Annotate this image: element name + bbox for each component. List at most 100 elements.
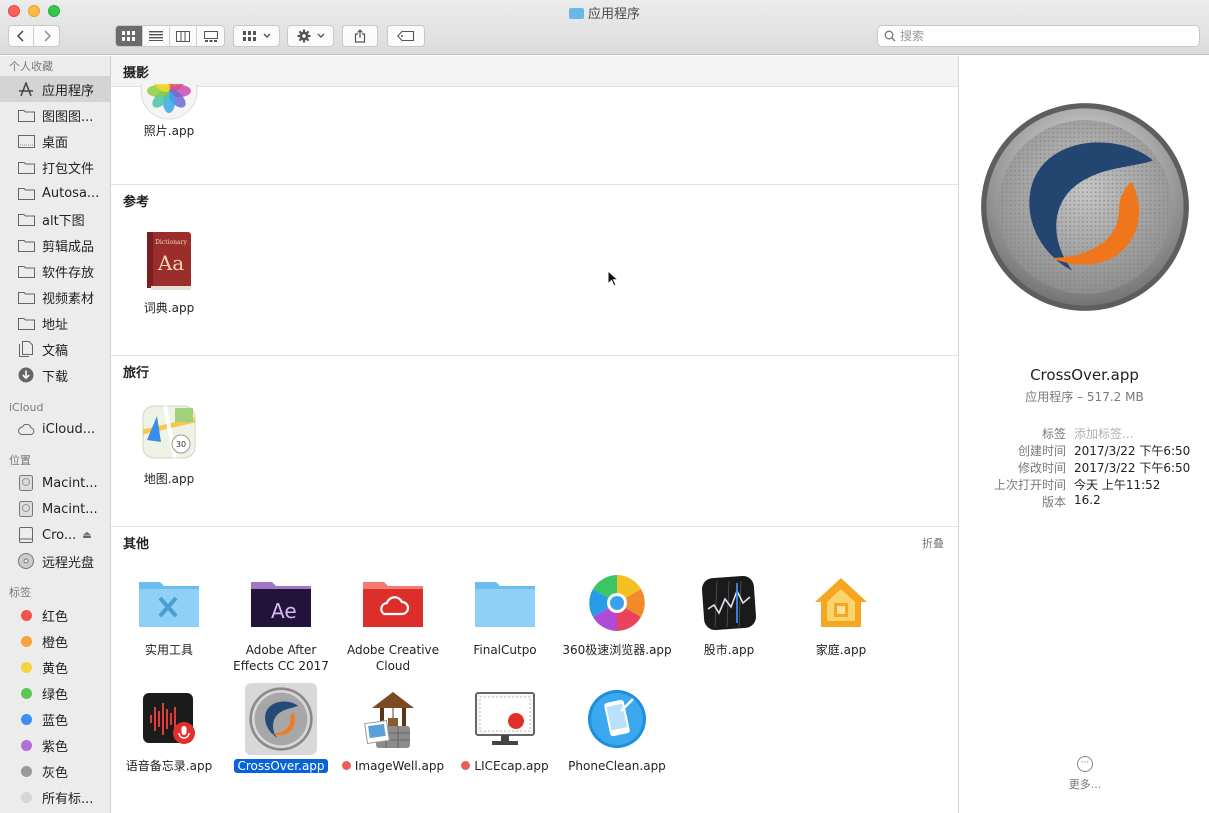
share-icon [354, 29, 366, 43]
sidebar-item-folder-9[interactable]: 地址 [0, 310, 110, 336]
gallery-icon [203, 30, 218, 42]
list-icon [149, 31, 163, 41]
sidebar-item-downloads[interactable]: 下载 [0, 362, 110, 388]
sidebar-section-icloud: iCloud [9, 401, 44, 414]
forward-button[interactable] [34, 26, 59, 46]
share-button[interactable] [342, 25, 378, 47]
file-item[interactable]: ImageWell.app [337, 683, 449, 774]
folder-icon [17, 107, 35, 123]
applications-icon [17, 81, 35, 97]
tag-color-dot-icon [21, 635, 32, 647]
group-photography: 摄影 照片.app [111, 56, 958, 185]
tag-icon [397, 31, 415, 41]
search-input[interactable] [900, 29, 1190, 43]
volume-icon [17, 527, 35, 543]
browser-360-icon [581, 567, 653, 639]
edit-tags-button[interactable] [387, 25, 425, 47]
icon-view-button[interactable] [116, 26, 143, 46]
sidebar-item-folder-3[interactable]: 打包文件 [0, 154, 110, 180]
sidebar-item-folder-6[interactable]: 剪辑成品 [0, 232, 110, 258]
group-by-button[interactable] [233, 25, 280, 47]
file-item[interactable]: 语音备忘录.app [113, 683, 225, 774]
preview-crossover-icon [979, 101, 1191, 313]
download-icon [17, 367, 35, 383]
gear-icon [297, 29, 310, 43]
tag-color-dot-icon [21, 661, 32, 673]
sidebar-section-tags: 标签 [9, 586, 31, 599]
sidebar-tag-item[interactable]: 紫色 [0, 732, 110, 758]
group-header: 旅行 [123, 366, 150, 381]
folder-icon [17, 289, 35, 305]
file-item[interactable]: FinalCutpo [449, 567, 561, 658]
folder-icon [17, 211, 35, 227]
red-tag-icon [461, 761, 471, 770]
more-button[interactable]: ··· 更多... [1065, 756, 1105, 792]
columns-icon [176, 30, 190, 42]
search-field[interactable] [877, 25, 1200, 47]
more-ellipsis-icon: ··· [1077, 756, 1093, 772]
sidebar-item-disk-2[interactable]: Macint... [0, 496, 110, 522]
sidebar-tag-item[interactable]: 红色 [0, 602, 110, 628]
sidebar-item-folder-7[interactable]: 软件存放 [0, 258, 110, 284]
add-tags-field[interactable]: 添加标签... [1074, 425, 1133, 442]
group-other: 其他 折叠 实用工具 Ae Adobe After Effects CC 201… [111, 526, 958, 813]
collapse-button[interactable]: 折叠 [922, 535, 944, 551]
sidebar-section-locations: 位置 [9, 454, 31, 467]
sidebar-item-disk-1[interactable]: Macint... [0, 470, 110, 496]
sidebar-item-folder-4[interactable]: Autosa... [0, 180, 110, 206]
icon-grid-icon [122, 31, 135, 41]
file-item[interactable]: 照片.app [113, 84, 225, 139]
meta-row-created: 创建时间 2017/3/22 下午6:50 [1017, 444, 1191, 458]
photos-app-icon [133, 84, 205, 120]
disk-icon [17, 501, 35, 517]
sidebar-item-applications[interactable]: 应用程序 [0, 76, 110, 102]
file-browser: 摄影 照片.app 参考 Aa Dictionary 词典.app 旅行 30 … [111, 56, 958, 813]
search-icon [884, 30, 896, 42]
chevron-down-icon [317, 33, 324, 38]
sidebar-tag-item[interactable]: 蓝色 [0, 706, 110, 732]
file-item[interactable]: 家庭.app [785, 567, 897, 658]
tag-color-dot-icon [21, 713, 32, 725]
preview-file-name: CrossOver.app [1030, 366, 1139, 384]
column-view-button[interactable] [170, 26, 197, 46]
window-title: 应用程序 [0, 3, 1209, 22]
maps-app-icon: 30 [133, 396, 205, 468]
back-button[interactable] [9, 26, 35, 46]
file-item[interactable]: PhoneClean.app [561, 683, 673, 774]
sidebar-item-folder-5[interactable]: alt下图 [0, 206, 110, 232]
file-item[interactable]: LICEcap.app [449, 683, 561, 774]
folder-icon [17, 237, 35, 253]
file-item[interactable]: 实用工具 [113, 567, 225, 658]
sidebar-item-folder-8[interactable]: 视频素材 [0, 284, 110, 310]
group-travel: 旅行 30 地图.app [111, 355, 958, 526]
sidebar-item-crossover-volume[interactable]: Cro... ⏏ [0, 522, 110, 548]
gallery-view-button[interactable] [197, 26, 224, 46]
list-view-button[interactable] [143, 26, 170, 46]
sidebar-tag-item[interactable]: 橙色 [0, 628, 110, 654]
action-menu-button[interactable] [287, 25, 334, 47]
sidebar-tag-item[interactable]: 所有标... [0, 784, 110, 810]
folder-icon [17, 185, 35, 201]
eject-icon[interactable]: ⏏ [82, 530, 91, 541]
chevron-right-icon [43, 30, 51, 42]
file-item[interactable]: Adobe Creative Cloud [337, 567, 449, 674]
file-item[interactable]: Aa Dictionary 词典.app [113, 225, 225, 316]
sidebar-item-icloud-drive[interactable]: iCloud... [0, 416, 110, 442]
file-item-selected[interactable]: CrossOver.app [225, 683, 337, 774]
sidebar-tag-item[interactable]: 灰色 [0, 758, 110, 784]
file-item[interactable]: 30 地图.app [113, 396, 225, 487]
home-app-icon [805, 567, 877, 639]
sidebar-item-remote-disc[interactable]: 远程光盘 [0, 548, 110, 574]
file-item[interactable]: 360极速浏览器.app [561, 567, 673, 658]
dictionary-app-icon: Aa Dictionary [133, 225, 205, 297]
sidebar-item-folder-1[interactable]: 图图图... [0, 102, 110, 128]
file-item[interactable]: 股市.app [673, 567, 785, 658]
sidebar-tag-item[interactable]: 绿色 [0, 680, 110, 706]
voice-memos-app-icon [133, 683, 205, 755]
file-item[interactable]: Ae Adobe After Effects CC 2017 [225, 567, 337, 674]
sidebar-item-documents[interactable]: 文稿 [0, 336, 110, 362]
preview-file-kind: 应用程序 – 517.2 MB [1025, 390, 1144, 404]
sidebar-tag-item[interactable]: 黄色 [0, 654, 110, 680]
sidebar: 个人收藏 应用程序 图图图... 桌面 打包文件 Autosa... alt下图… [0, 56, 111, 813]
sidebar-item-desktop[interactable]: 桌面 [0, 128, 110, 154]
